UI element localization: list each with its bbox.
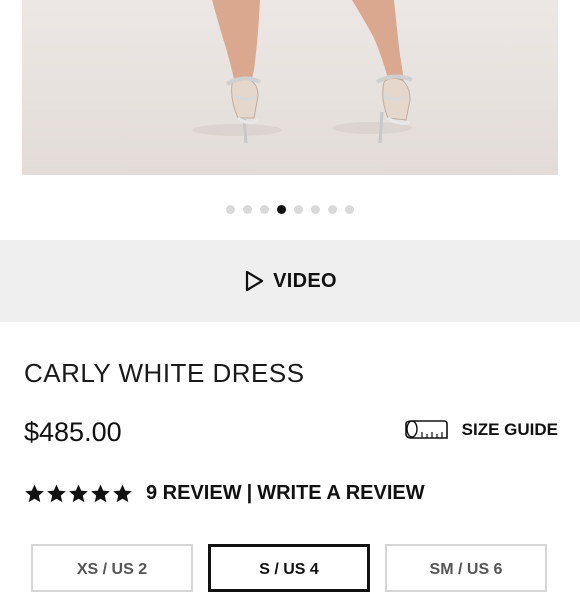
size-selector: XS / US 2 S / US 4 SM / US 6 bbox=[31, 544, 551, 592]
size-guide-label: SIZE GUIDE bbox=[461, 420, 558, 439]
star-icon bbox=[25, 484, 44, 503]
carousel-dot[interactable] bbox=[294, 205, 303, 214]
size-option-xs[interactable]: XS / US 2 bbox=[31, 544, 193, 592]
carousel-dot[interactable] bbox=[345, 205, 354, 214]
product-price: $485.00 bbox=[24, 417, 122, 447]
play-icon bbox=[246, 270, 264, 292]
write-review-link[interactable]: WRITE A REVIEW bbox=[257, 482, 424, 505]
video-button[interactable]: VIDEO bbox=[0, 240, 580, 322]
carousel-dot[interactable] bbox=[277, 205, 286, 214]
size-option-s[interactable]: S / US 4 bbox=[208, 544, 370, 592]
carousel-dot[interactable] bbox=[328, 205, 337, 214]
review-separator: | bbox=[246, 482, 253, 504]
carousel-dot[interactable] bbox=[243, 205, 252, 214]
product-title: CARLY WHITE DRESS bbox=[24, 358, 305, 388]
model-legs-heels-image bbox=[192, 0, 413, 144]
review-count-link[interactable]: 9 REVIEW bbox=[146, 482, 242, 505]
size-option-sm[interactable]: SM / US 6 bbox=[385, 544, 547, 592]
star-icon bbox=[113, 484, 132, 503]
star-rating bbox=[24, 483, 134, 504]
carousel-dot[interactable] bbox=[260, 205, 269, 214]
star-icon bbox=[69, 484, 88, 503]
star-icon bbox=[47, 484, 66, 503]
carousel-dot[interactable] bbox=[226, 205, 235, 214]
measuring-tape-icon bbox=[404, 420, 448, 439]
star-icon bbox=[91, 484, 110, 503]
carousel-dot[interactable] bbox=[311, 205, 320, 214]
video-label: VIDEO bbox=[273, 269, 337, 292]
reviews-row: 9 REVIEW | WRITE A REVIEW bbox=[24, 482, 425, 505]
product-image[interactable] bbox=[22, 0, 558, 175]
size-guide-link[interactable]: SIZE GUIDE bbox=[404, 420, 558, 440]
image-carousel-indicator[interactable] bbox=[0, 205, 580, 214]
